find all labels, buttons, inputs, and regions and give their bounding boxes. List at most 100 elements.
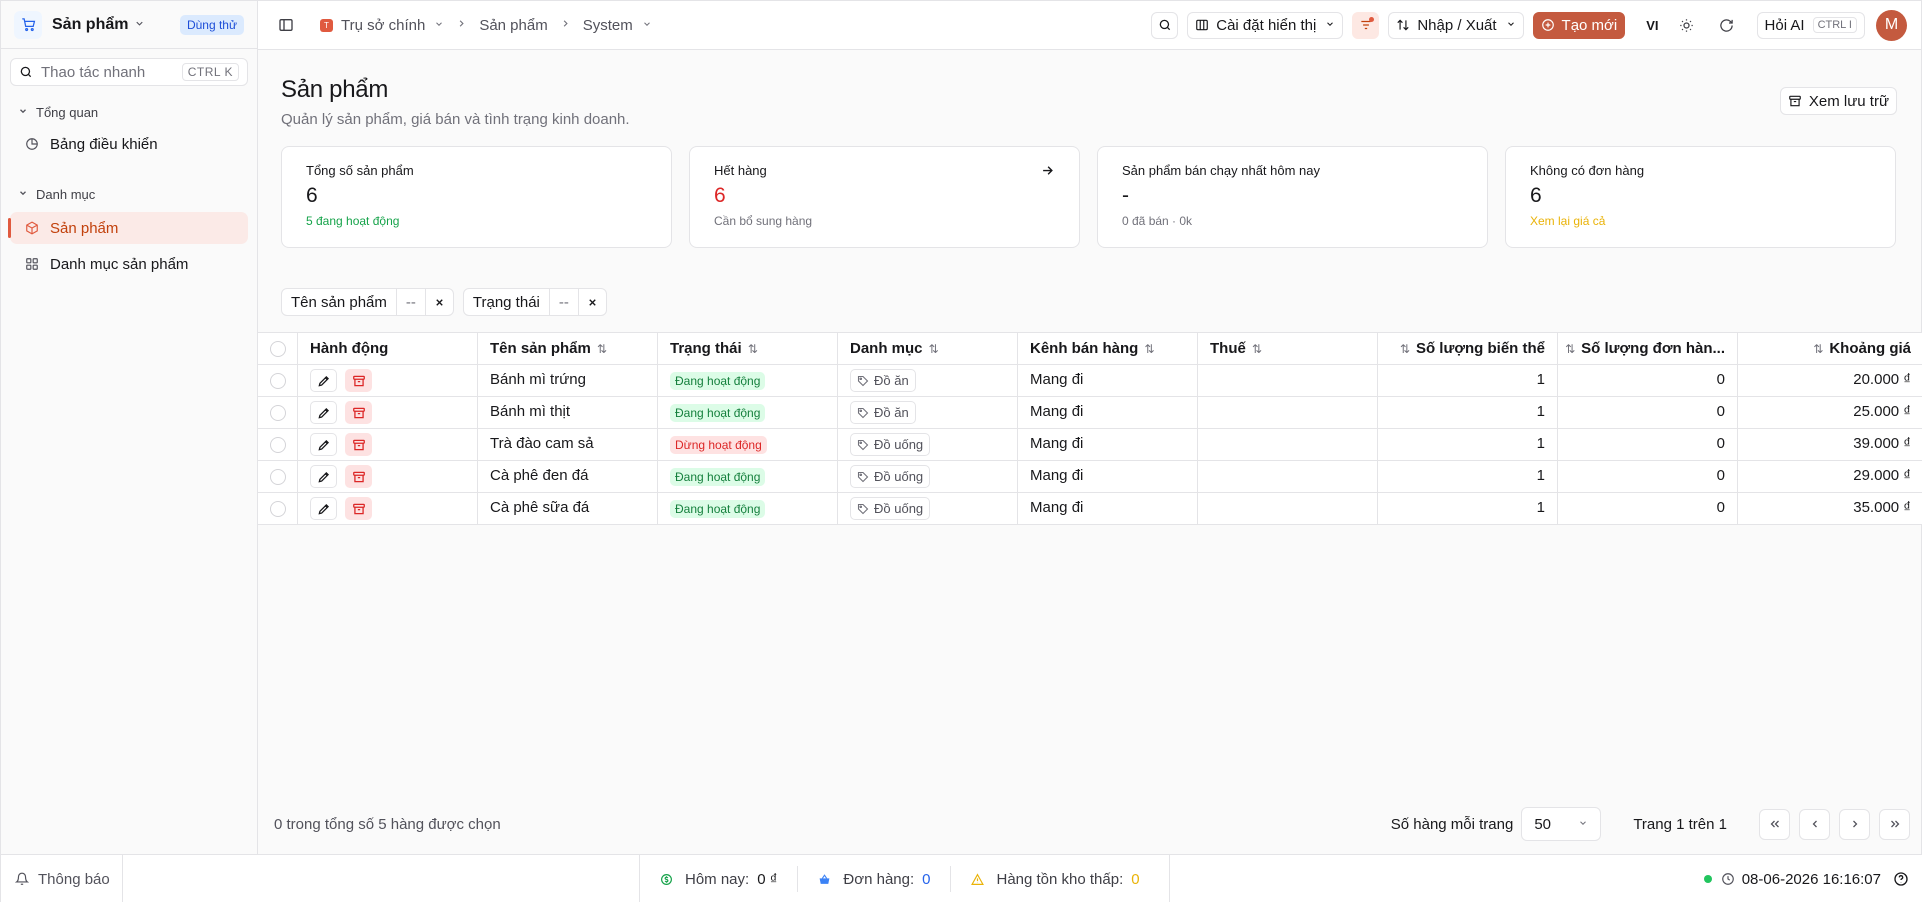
create-new-button[interactable]: Tạo mới — [1532, 11, 1626, 39]
row-checkbox[interactable] — [258, 397, 298, 428]
table-row[interactable]: Cà phê sữa đá Đang hoạt động Đồ uống Mang đ… — [258, 493, 1922, 525]
row-checkbox[interactable] — [258, 461, 298, 492]
sidebar-header[interactable]: Sản phẩm Dùng thử — [1, 1, 257, 49]
search-button[interactable] — [1151, 11, 1179, 39]
filter-button[interactable] — [1352, 11, 1380, 39]
filter-chip-product-name[interactable]: Tên sản phẩm -- — [281, 288, 454, 316]
notifications-label: Thông báo — [38, 870, 110, 888]
column-header-status[interactable]: Trạng thái ⇅ — [658, 333, 838, 364]
sidebar-group-overview[interactable]: Tổng quan — [1, 100, 257, 124]
table-row[interactable]: Bánh mì thịt Đang hoạt động Đồ ăn Mang đi 1 0… — [258, 397, 1922, 429]
main-content: Sản phẩm Quản lý sản phẩm, giá bán và tì… — [258, 50, 1922, 854]
stat-value: 6 — [306, 184, 318, 207]
tag-icon — [857, 375, 869, 387]
column-header-channel[interactable]: Kênh bán hàng ⇅ — [1018, 333, 1198, 364]
grid-icon — [24, 256, 40, 272]
cell-status: Đang hoạt động — [658, 493, 838, 524]
edit-button[interactable] — [310, 369, 337, 392]
ask-ai-button[interactable]: Hỏi AI CTRL I — [1756, 11, 1865, 39]
close-icon[interactable] — [426, 289, 453, 315]
archive-icon — [352, 470, 366, 484]
avatar[interactable]: M — [1876, 9, 1907, 41]
row-checkbox[interactable] — [258, 429, 298, 460]
archive-button[interactable] — [345, 433, 372, 456]
edit-button[interactable] — [310, 433, 337, 456]
edit-button[interactable] — [310, 497, 337, 520]
sidebar-group-catalog[interactable]: Danh mục — [1, 182, 257, 206]
chevron-down-icon[interactable] — [434, 19, 444, 32]
sun-icon[interactable] — [1677, 15, 1697, 35]
archive-button[interactable] — [345, 369, 372, 392]
import-export-button[interactable]: Nhập / Xuất — [1388, 11, 1524, 39]
archive-button[interactable] — [345, 401, 372, 424]
table-row[interactable]: Cà phê đen đá Đang hoạt động Đồ uống Mang đ… — [258, 461, 1922, 493]
filter-value: -- — [550, 289, 579, 315]
status-bar: Thông báo Hôm nay: 0 ₫ Đơn hàng: 0 Hàng … — [1, 854, 1922, 902]
quick-action-search[interactable]: Thao tác nhanh CTRL K — [10, 58, 248, 86]
prev-page-button[interactable] — [1799, 808, 1830, 840]
topbar-actions: Cài đặt hiển thị Nhập / Xuất Tạo mới VI — [1151, 1, 1921, 49]
sidebar-item-product-categories[interactable]: Danh mục sản phẩm — [10, 248, 248, 280]
app-window: Sản phẩm Dùng thử Thao tác nhanh CTRL K … — [0, 0, 1922, 902]
table-header: Hành động Tên sản phẩm ⇅ Trạng thái ⇅ Danh… — [258, 333, 1922, 365]
search-shortcut: CTRL K — [181, 63, 239, 81]
edit-button[interactable] — [310, 401, 337, 424]
edit-button[interactable] — [310, 465, 337, 488]
table-row[interactable]: Trà đào cam sả Dừng hoạt động Đồ uống Mang … — [258, 429, 1922, 461]
column-header-category[interactable]: Danh mục ⇅ — [838, 333, 1018, 364]
stat-card-out-of-stock[interactable]: Hết hàng 6 Cần bổ sung hàng — [689, 146, 1080, 248]
cell-name[interactable]: Cà phê đen đá — [478, 461, 658, 492]
low-stock-label: Hàng tồn kho thấp: — [996, 870, 1124, 888]
language-switch[interactable]: VI — [1646, 18, 1658, 33]
today-value: 0 ₫ — [757, 870, 778, 888]
sort-icon: ⇅ — [1565, 341, 1576, 356]
cell-price: 39.000 ₫ — [1853, 435, 1911, 452]
pagination: 0 trong tổng số 5 hàng được chọn Số hàng… — [274, 807, 1921, 841]
breadcrumb-section[interactable]: Sản phẩm — [479, 17, 547, 34]
archive-button[interactable] — [345, 497, 372, 520]
help-icon[interactable] — [1893, 871, 1909, 887]
cell-name[interactable]: Bánh mì thịt — [478, 397, 658, 428]
arrow-right-icon[interactable] — [1040, 163, 1055, 182]
app-name: Sản phẩm — [52, 15, 129, 33]
cell-name[interactable]: Bánh mì trứng — [478, 365, 658, 396]
archive-button[interactable] — [345, 465, 372, 488]
close-icon[interactable] — [579, 289, 606, 315]
cell-name[interactable]: Trà đào cam sả — [478, 429, 658, 460]
chevron-down-icon[interactable] — [642, 19, 652, 32]
row-checkbox[interactable] — [258, 365, 298, 396]
sidebar-toggle-icon[interactable] — [276, 15, 296, 35]
column-header-orders[interactable]: ⇅ Số lượng đơn hàn... — [1558, 333, 1738, 364]
filter-bar: Tên sản phẩm -- Trạng thái -- — [281, 288, 607, 316]
breadcrumb-org[interactable]: Trụ sở chính — [341, 17, 425, 34]
filter-chip-status[interactable]: Trạng thái -- — [462, 288, 607, 316]
breadcrumb-sub[interactable]: System — [583, 17, 633, 34]
archive-icon — [352, 502, 366, 516]
next-page-button[interactable] — [1839, 808, 1870, 840]
first-page-button[interactable] — [1759, 808, 1790, 840]
sidebar-item-dashboard[interactable]: Bảng điều khiển — [10, 128, 248, 160]
archive-icon — [1788, 94, 1802, 108]
pagination-controls: Số hàng mỗi trang 50 Trang 1 trên 1 — [1391, 807, 1921, 841]
cell-price: 29.000 ₫ — [1853, 467, 1911, 484]
cell-tax — [1198, 429, 1378, 460]
column-header-tax[interactable]: Thuế ⇅ — [1198, 333, 1378, 364]
notifications-button[interactable]: Thông báo — [1, 855, 123, 902]
view-archive-button[interactable]: Xem lưu trữ — [1779, 87, 1897, 115]
cell-name[interactable]: Cà phê sữa đá — [478, 493, 658, 524]
refresh-icon[interactable] — [1717, 15, 1737, 35]
column-header-variants[interactable]: ⇅ Số lượng biến thể — [1378, 333, 1558, 364]
search-icon — [19, 65, 33, 79]
footer-stat-today: Hôm nay: 0 ₫ — [640, 866, 799, 892]
display-settings-button[interactable]: Cài đặt hiển thị — [1187, 11, 1344, 39]
column-header-price[interactable]: ⇅ Khoảng giá — [1738, 333, 1922, 364]
sidebar-item-products[interactable]: Sản phẩm — [8, 212, 248, 244]
cell-orders: 0 — [1558, 365, 1738, 396]
column-header-name[interactable]: Tên sản phẩm ⇅ — [478, 333, 658, 364]
table-row[interactable]: Bánh mì trứng Đang hoạt động Đồ ăn Mang đi 1… — [258, 365, 1922, 397]
rows-per-page-select[interactable]: 50 — [1521, 807, 1602, 841]
last-page-button[interactable] — [1879, 808, 1910, 840]
cart-icon — [14, 10, 42, 39]
row-checkbox[interactable] — [258, 493, 298, 524]
select-all-checkbox[interactable] — [258, 333, 298, 364]
